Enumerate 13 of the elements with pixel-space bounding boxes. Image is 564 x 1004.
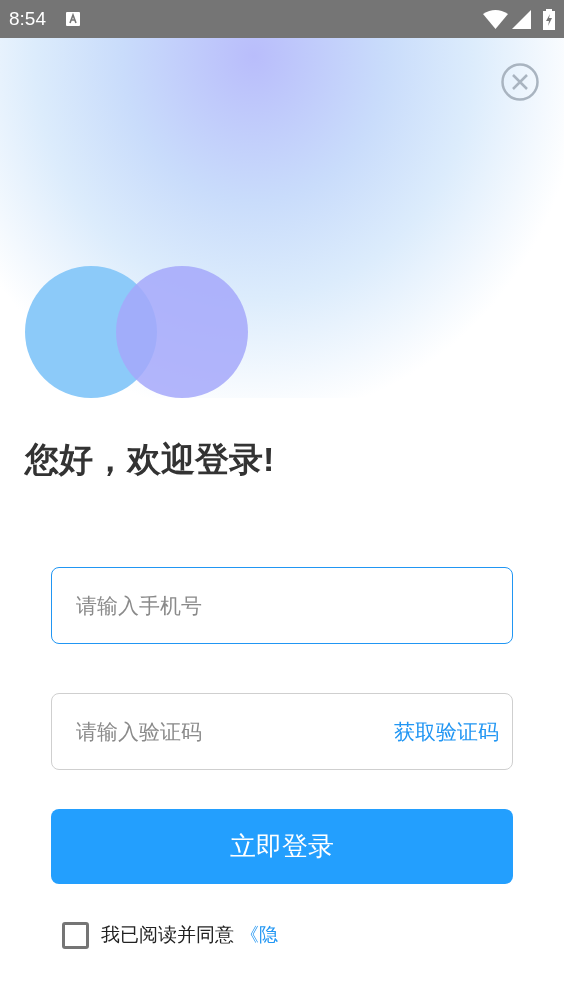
clock: 8:54 <box>9 6 46 31</box>
wifi-icon <box>483 9 508 29</box>
get-code-link[interactable]: 获取验证码 <box>394 718 499 746</box>
signal-icon <box>512 9 531 29</box>
logo-icon <box>25 266 248 398</box>
login-button[interactable]: 立即登录 <box>51 809 513 884</box>
privacy-link[interactable]: 《隐 <box>240 921 278 950</box>
agreement-checkbox[interactable] <box>62 921 89 949</box>
input-field[interactable]: 请输入手机号 <box>51 567 513 644</box>
keyboard-icon <box>66 12 80 26</box>
greeting-title: 您好，欢迎登录! <box>25 439 276 480</box>
battery-icon <box>543 8 555 30</box>
agreement-text: 我已阅读并同意 <box>101 923 234 947</box>
